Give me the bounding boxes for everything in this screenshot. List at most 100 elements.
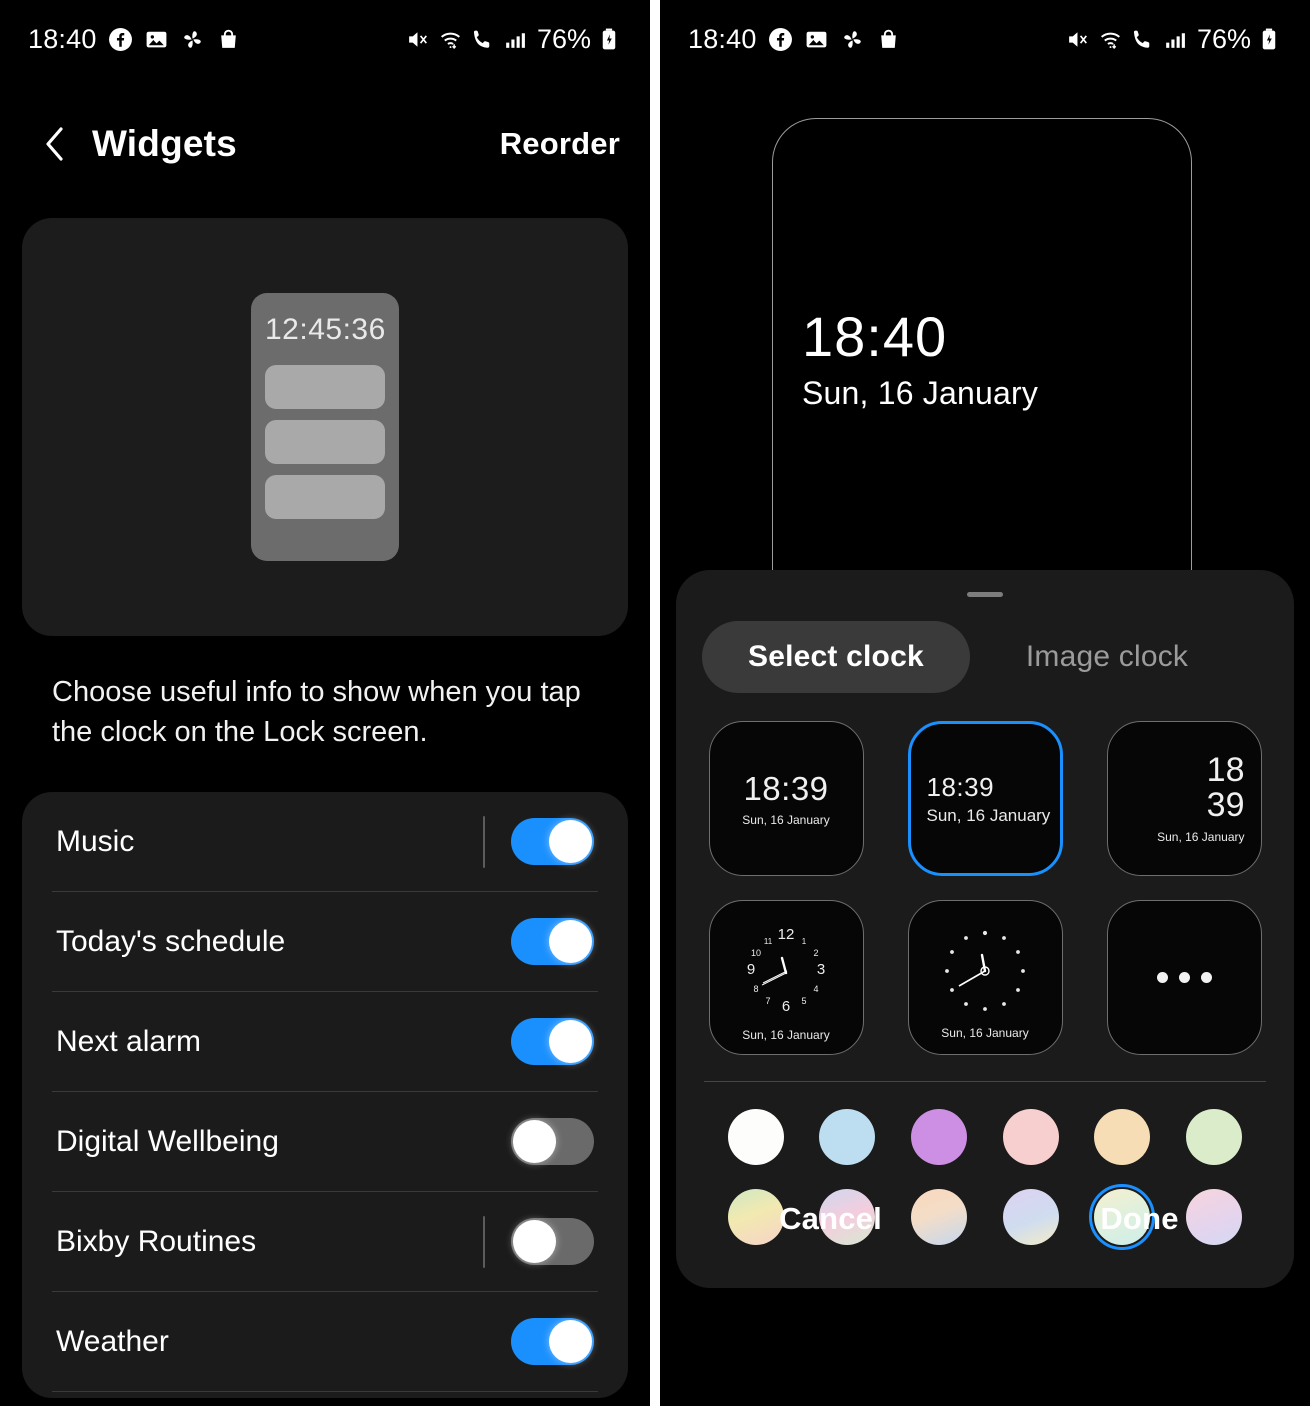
- analog-clock-face-icon: 12 1 2 3 4 5 6 7 8 9: [730, 917, 842, 1026]
- drag-separator: [483, 816, 485, 868]
- status-bar-right: 18:40: [660, 0, 1310, 78]
- svg-text:5: 5: [801, 996, 806, 1006]
- list-item-control: [483, 1216, 594, 1268]
- shopping-bag-icon: [876, 27, 901, 52]
- svg-text:1: 1: [802, 937, 807, 946]
- reorder-button[interactable]: Reorder: [500, 126, 620, 162]
- status-bar-right-group: 76%: [406, 24, 620, 55]
- widget-preview-bar: [265, 365, 385, 409]
- gallery-icon: [144, 27, 169, 52]
- color-swatch-orchid[interactable]: [906, 1104, 972, 1170]
- svg-text:12: 12: [778, 926, 795, 943]
- widget-preview-card: 12:45:36: [22, 218, 628, 636]
- lock-screen-date: Sun, 16 January: [802, 375, 1038, 412]
- status-time: 18:40: [28, 24, 97, 55]
- done-button[interactable]: Done: [985, 1166, 1294, 1272]
- list-item[interactable]: Music: [22, 792, 628, 891]
- toggle-knob: [549, 1320, 592, 1363]
- color-swatch-white[interactable]: [723, 1104, 789, 1170]
- battery-icon: [1258, 27, 1280, 52]
- list-item[interactable]: Digital Wellbeing: [22, 1092, 628, 1191]
- svg-text:10: 10: [751, 948, 761, 958]
- list-divider: [52, 1391, 598, 1392]
- signal-bars-icon: [1162, 27, 1187, 52]
- clock-tile-content: 18 39 Sun, 16 January: [1108, 722, 1261, 875]
- mute-vibrate-icon: [1066, 27, 1091, 52]
- back-chevron-icon[interactable]: [40, 122, 70, 166]
- battery-percent: 76%: [537, 24, 591, 55]
- dual-screenshot-stage: 18:40: [0, 0, 1310, 1406]
- list-item-label: Music: [56, 825, 134, 859]
- clock-tile-date: Sun, 16 January: [927, 806, 1060, 826]
- widgets-settings-screen: 18:40: [0, 0, 650, 1406]
- cancel-button[interactable]: Cancel: [676, 1166, 985, 1272]
- color-swatch-light-blue[interactable]: [814, 1104, 880, 1170]
- clock-style-analog-dots[interactable]: Sun, 16 January: [908, 900, 1063, 1055]
- wifi-icon: [1098, 27, 1123, 52]
- list-item[interactable]: Weather: [22, 1292, 628, 1391]
- list-item-label: Bixby Routines: [56, 1225, 256, 1259]
- more-dots-icon: [1108, 901, 1261, 1054]
- shopping-bag-icon: [216, 27, 241, 52]
- svg-text:11: 11: [764, 937, 773, 946]
- facebook-icon: [768, 27, 793, 52]
- list-item[interactable]: Today's schedule: [22, 892, 628, 991]
- status-bar-left: 18:40: [0, 0, 650, 78]
- toggle-switch[interactable]: [511, 818, 594, 865]
- pinwheel-icon: [180, 27, 205, 52]
- toggle-switch[interactable]: [511, 1218, 594, 1265]
- clock-style-more-options[interactable]: [1107, 900, 1262, 1055]
- toggle-knob: [549, 920, 592, 963]
- battery-percent: 76%: [1197, 24, 1251, 55]
- toggle-knob: [549, 820, 592, 863]
- clock-tile-content: Sun, 16 January: [909, 901, 1062, 1054]
- clock-mode-tabs: Select clock Image clock: [676, 597, 1294, 693]
- color-swatch-pink[interactable]: [998, 1104, 1064, 1170]
- status-bar-right-group: 76%: [1066, 24, 1280, 55]
- toggle-knob: [549, 1020, 592, 1063]
- toggle-switch[interactable]: [511, 918, 594, 965]
- drag-separator: [483, 1216, 485, 1268]
- color-swatch-peach[interactable]: [1089, 1104, 1155, 1170]
- tab-image-clock[interactable]: Image clock: [980, 621, 1234, 693]
- lock-screen-preview: 18:40 Sun, 16 January: [660, 78, 1310, 590]
- gallery-icon: [804, 27, 829, 52]
- clock-tile-content: 12 1 2 3 4 5 6 7 8 9: [710, 901, 863, 1054]
- toggle-switch[interactable]: [511, 1118, 594, 1165]
- clock-tile-date: Sun, 16 January: [742, 1028, 829, 1042]
- clock-style-analog-numerals[interactable]: 12 1 2 3 4 5 6 7 8 9: [709, 900, 864, 1055]
- clock-style-digital-left[interactable]: 18:39 Sun, 16 January: [908, 721, 1063, 876]
- svg-text:3: 3: [817, 961, 825, 978]
- tab-select-clock[interactable]: Select clock: [702, 621, 970, 693]
- wifi-calling-icon: [1130, 27, 1155, 52]
- toggle-knob: [513, 1220, 556, 1263]
- color-swatch-light-green[interactable]: [1181, 1104, 1247, 1170]
- clock-tile-content: 18:39 Sun, 16 January: [710, 722, 863, 875]
- list-item[interactable]: Bixby Routines: [22, 1192, 628, 1291]
- svg-text:2: 2: [813, 948, 818, 958]
- list-item[interactable]: Next alarm: [22, 992, 628, 1091]
- list-item-control: [483, 916, 594, 968]
- clock-tile-time: 18:39: [743, 770, 828, 808]
- toggle-switch[interactable]: [511, 1318, 594, 1365]
- widget-toggle-list: Music Today's schedule Next alarm: [22, 792, 628, 1398]
- clock-picker-sheet: Select clock Image clock 18:39 Sun, 16 J…: [676, 570, 1294, 1288]
- battery-icon: [598, 27, 620, 52]
- toggle-switch[interactable]: [511, 1018, 594, 1065]
- panel-separator: [650, 0, 660, 1406]
- svg-text:6: 6: [782, 998, 790, 1015]
- list-item-control: [483, 1116, 594, 1168]
- page-title: Widgets: [92, 123, 237, 165]
- description-text: Choose useful info to show when you tap …: [0, 636, 650, 752]
- clock-tile-date: Sun, 16 January: [742, 813, 829, 827]
- clock-style-grid: 18:39 Sun, 16 January 18:39 Sun, 16 Janu…: [676, 721, 1294, 1055]
- sheet-action-bar: Cancel Done: [676, 1166, 1294, 1272]
- clock-tile-date: Sun, 16 January: [1157, 830, 1244, 844]
- clock-style-digital-center[interactable]: 18:39 Sun, 16 January: [709, 721, 864, 876]
- clock-tile-hour: 18: [1207, 753, 1245, 788]
- svg-text:8: 8: [753, 984, 758, 994]
- status-bar-left-group: 18:40: [688, 24, 901, 55]
- clock-style-digital-stacked[interactable]: 18 39 Sun, 16 January: [1107, 721, 1262, 876]
- list-item-label: Today's schedule: [56, 925, 285, 959]
- widget-preview-time: 12:45:36: [265, 313, 385, 347]
